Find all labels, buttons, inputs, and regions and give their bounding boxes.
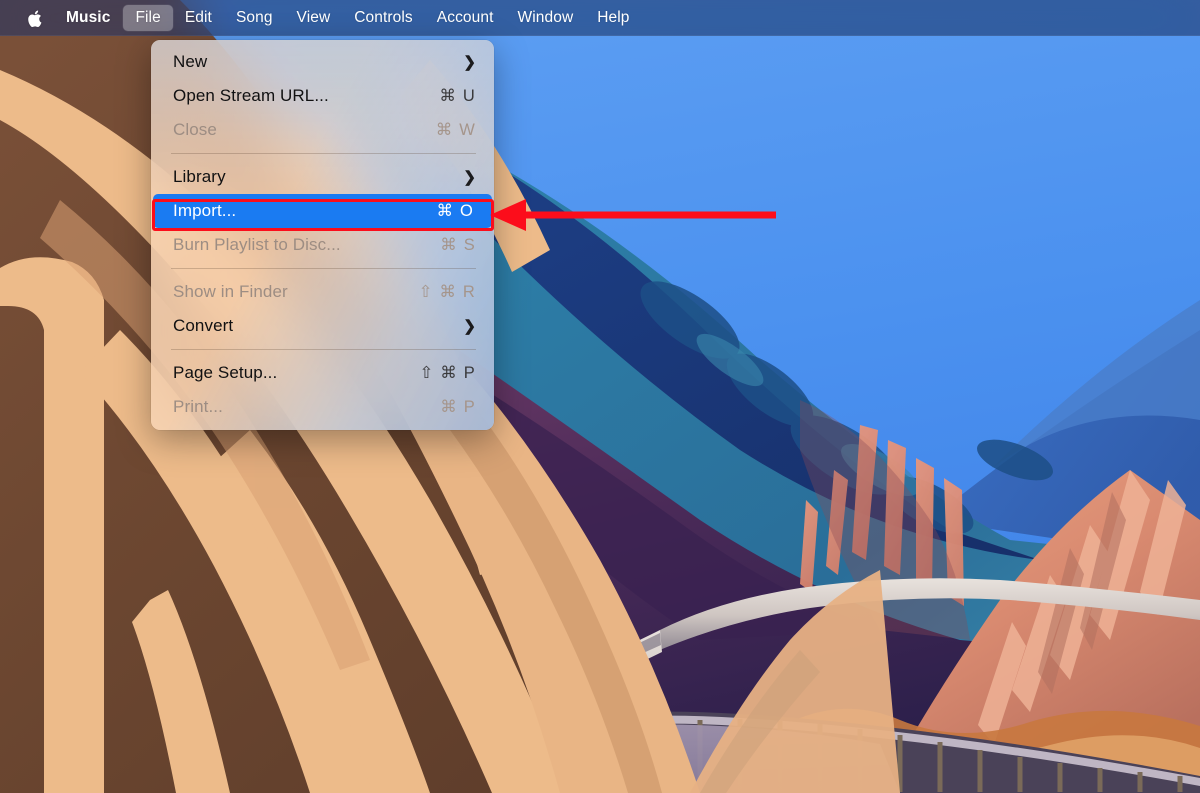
menu-item-print: Print... ⌘ P <box>151 390 494 424</box>
menu-separator <box>171 268 476 269</box>
chevron-right-icon: ❯ <box>463 317 476 335</box>
menubar-item-window[interactable]: Window <box>506 5 586 31</box>
menu-item-burn-playlist-to-disc: Burn Playlist to Disc... ⌘ S <box>151 228 494 262</box>
menubar-item-view[interactable]: View <box>285 5 343 31</box>
menu-item-label: Burn Playlist to Disc... <box>173 235 341 254</box>
menubar-item-controls[interactable]: Controls <box>342 5 425 31</box>
chevron-right-icon: ❯ <box>463 53 476 71</box>
file-menu-dropdown[interactable]: New ❯ Open Stream URL... ⌘ U Close ⌘ W L… <box>151 40 494 430</box>
menu-item-label: Print... <box>173 397 223 416</box>
menu-item-import[interactable]: Import... ⌘ O <box>153 194 492 228</box>
menu-item-shortcut: ⌘ P <box>440 398 476 416</box>
menu-item-close: Close ⌘ W <box>151 113 494 147</box>
menubar-item-account[interactable]: Account <box>425 5 506 31</box>
menu-item-open-stream-url[interactable]: Open Stream URL... ⌘ U <box>151 79 494 113</box>
menu-item-shortcut: ⌘ U <box>439 87 476 105</box>
menubar-item-edit[interactable]: Edit <box>173 5 224 31</box>
menu-item-label: Open Stream URL... <box>173 86 329 105</box>
menu-separator <box>171 153 476 154</box>
menu-item-new[interactable]: New ❯ <box>151 45 494 79</box>
menu-separator <box>171 349 476 350</box>
menubar-item-song[interactable]: Song <box>224 5 285 31</box>
menu-item-library[interactable]: Library ❯ <box>151 160 494 194</box>
chevron-right-icon: ❯ <box>463 168 476 186</box>
menu-item-convert[interactable]: Convert ❯ <box>151 309 494 343</box>
menu-item-show-in-finder: Show in Finder ⇧ ⌘ R <box>151 275 494 309</box>
menu-item-label: Convert <box>173 316 234 335</box>
menu-item-shortcut: ⇧ ⌘ R <box>418 283 476 301</box>
menu-item-shortcut: ⌘ W <box>435 121 476 139</box>
menu-item-label: Import... <box>173 201 237 220</box>
menu-item-label: Close <box>173 120 217 139</box>
menubar-item-music[interactable]: Music <box>56 5 123 31</box>
apple-logo-icon[interactable] <box>14 5 56 31</box>
menu-item-label: Show in Finder <box>173 282 288 301</box>
menu-item-shortcut: ⌘ S <box>440 236 476 254</box>
menubar-item-file[interactable]: File <box>123 5 173 31</box>
menu-item-shortcut: ⇧ ⌘ P <box>419 364 476 382</box>
menu-item-shortcut: ⌘ O <box>436 202 474 220</box>
menu-item-label: New <box>173 52 208 71</box>
menu-item-label: Page Setup... <box>173 363 278 382</box>
macos-menu-bar[interactable]: Music File Edit Song View Controls Accou… <box>0 0 1200 36</box>
menubar-item-help[interactable]: Help <box>585 5 641 31</box>
menu-item-label: Library <box>173 167 226 186</box>
menu-item-page-setup[interactable]: Page Setup... ⇧ ⌘ P <box>151 356 494 390</box>
